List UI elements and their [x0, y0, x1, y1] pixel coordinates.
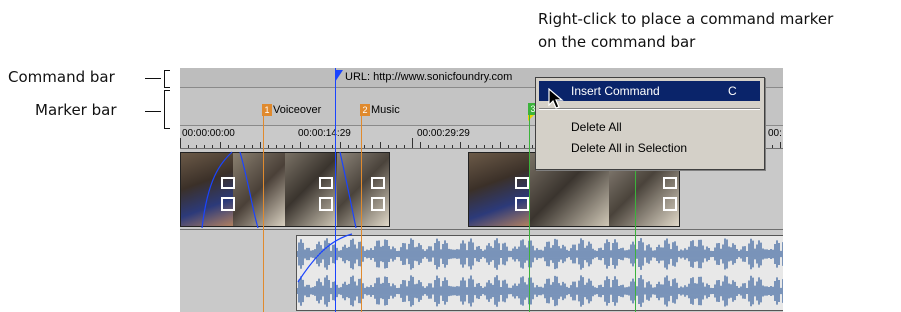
menu-item-delete-all-in-selection[interactable]: Delete All in Selection [539, 138, 760, 158]
command-bar-leader [145, 78, 161, 79]
menu-item-delete-all[interactable]: Delete All [539, 117, 760, 137]
callout-line-2: on the command bar [538, 33, 696, 51]
command-bar-label: Command bar [8, 68, 115, 86]
marker-bar-leader [145, 111, 161, 112]
mouse-pointer-icon [548, 88, 564, 109]
menu-item-shortcut: C [728, 84, 737, 98]
marker-bar-bracket [164, 90, 170, 129]
command-bar-bracket [164, 70, 170, 88]
menu-separator [539, 108, 760, 110]
instruction-callout: Right-click to place a command marker on… [538, 8, 833, 54]
menu-item-label: Delete All [571, 120, 622, 134]
menu-item-label: Delete All in Selection [571, 141, 688, 155]
callout-line-1: Right-click to place a command marker [538, 10, 834, 28]
context-menu: Insert Command C Delete All Delete All i… [535, 77, 765, 170]
menu-item-label: Insert Command [571, 84, 660, 98]
marker-bar-label: Marker bar [35, 101, 117, 119]
menu-item-insert-command[interactable]: Insert Command C [539, 81, 760, 101]
